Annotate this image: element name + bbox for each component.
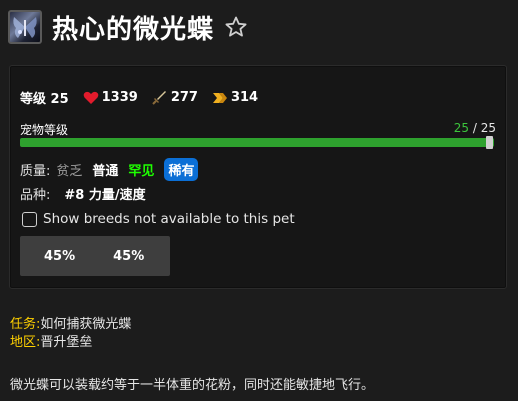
quality-option-rare[interactable]: 稀有	[164, 158, 199, 181]
quest-label: 任务:	[10, 317, 41, 332]
quality-row: 质量: 贫乏 普通 罕见 稀有	[20, 158, 208, 181]
speed-value: 314	[230, 90, 259, 105]
speed-arrow-icon	[212, 92, 227, 103]
heart-icon	[83, 91, 98, 104]
source-zone: 地区:晋升堡垒	[10, 331, 92, 350]
zone-label: 地区:	[10, 335, 41, 350]
pet-level-current: 25	[453, 121, 470, 135]
source-quest: 任务:如何捕获微光蝶	[10, 313, 131, 332]
breed-percent-2: 45%	[113, 248, 145, 264]
quality-option-common[interactable]: 普通	[92, 160, 118, 179]
power-value: 277	[170, 90, 198, 105]
stats-row: 等级 25 1339 277 314	[20, 88, 272, 107]
breed-percent-1: 45%	[44, 248, 76, 264]
level-stat: 等级 25	[20, 88, 69, 107]
pet-header: 热心的微光蝶	[8, 8, 508, 46]
quality-label: 质量:	[20, 164, 51, 179]
health-value: 1339	[101, 90, 138, 105]
pet-level-max: 25	[480, 121, 496, 135]
zone-value[interactable]: 晋升堡垒	[40, 335, 92, 350]
breed-label: 品种:	[20, 188, 51, 203]
pet-level-value: 25 / 25	[454, 121, 496, 135]
pet-level-bar	[20, 138, 494, 147]
pet-level-bar-fill	[20, 138, 494, 147]
health-stat: 1339	[83, 90, 138, 105]
level-text: 等级 25	[20, 92, 69, 107]
star-outline-icon[interactable]	[224, 14, 250, 40]
show-breeds-checkbox[interactable]	[22, 211, 37, 227]
quality-option-poor[interactable]: 贫乏	[56, 160, 82, 179]
pet-name: 热心的微光蝶	[52, 14, 215, 45]
butterfly-icon	[8, 10, 42, 44]
quest-value[interactable]: 如何捕获微光蝶	[40, 317, 131, 332]
speed-stat: 314	[212, 90, 258, 105]
pet-description: 微光蝶可以装载约等于一半体重的花粉，同时还能敏捷地飞行。	[10, 378, 375, 393]
breed-percent-box[interactable]: 45% 45%	[20, 236, 170, 276]
pet-level-bar-handle	[486, 136, 493, 149]
breed-row: 品种: #8 力量/速度	[20, 184, 146, 203]
show-breeds-toggle[interactable]: Show breeds not available to this pet	[22, 211, 295, 227]
sword-icon	[152, 90, 166, 105]
pet-level-label: 宠物等级	[20, 123, 69, 137]
quality-option-uncommon[interactable]: 罕见	[128, 160, 154, 179]
show-breeds-label[interactable]: Show breeds not available to this pet	[43, 211, 295, 227]
breed-value[interactable]: #8 力量/速度	[64, 184, 145, 203]
power-stat: 277	[152, 90, 198, 105]
pet-level-separator: /	[469, 121, 481, 135]
